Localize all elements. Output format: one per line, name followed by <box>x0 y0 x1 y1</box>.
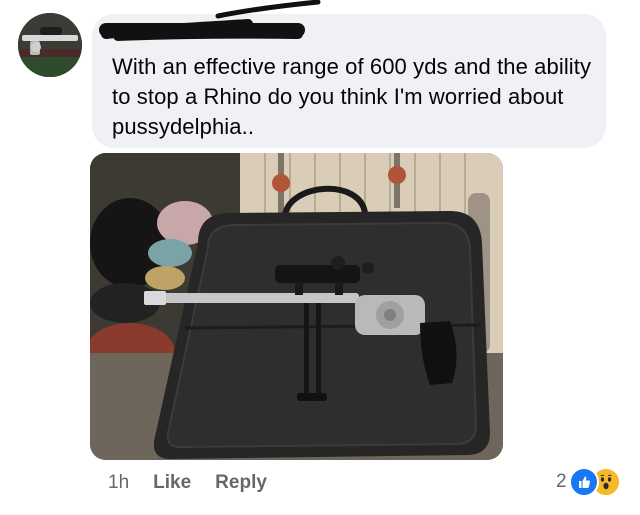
avatar[interactable] <box>18 13 82 77</box>
reaction-count: 2 <box>556 471 567 492</box>
like-button[interactable]: Like <box>153 472 191 494</box>
comment-screenshot: With an effective range of 600 yds and t… <box>0 0 640 515</box>
like-icon <box>568 467 599 497</box>
rifle-case-photo <box>90 153 503 460</box>
avatar-image <box>18 13 82 77</box>
comment-timestamp[interactable]: 1h <box>108 472 129 494</box>
comment-text: With an effective range of 600 yds and t… <box>112 54 592 139</box>
reaction-summary[interactable]: 2 <box>556 466 621 498</box>
redacted-author-name <box>99 0 321 41</box>
comment-photo[interactable] <box>90 153 503 460</box>
comment-actions: 1h Like Reply <box>108 470 291 496</box>
reply-button[interactable]: Reply <box>215 472 267 494</box>
